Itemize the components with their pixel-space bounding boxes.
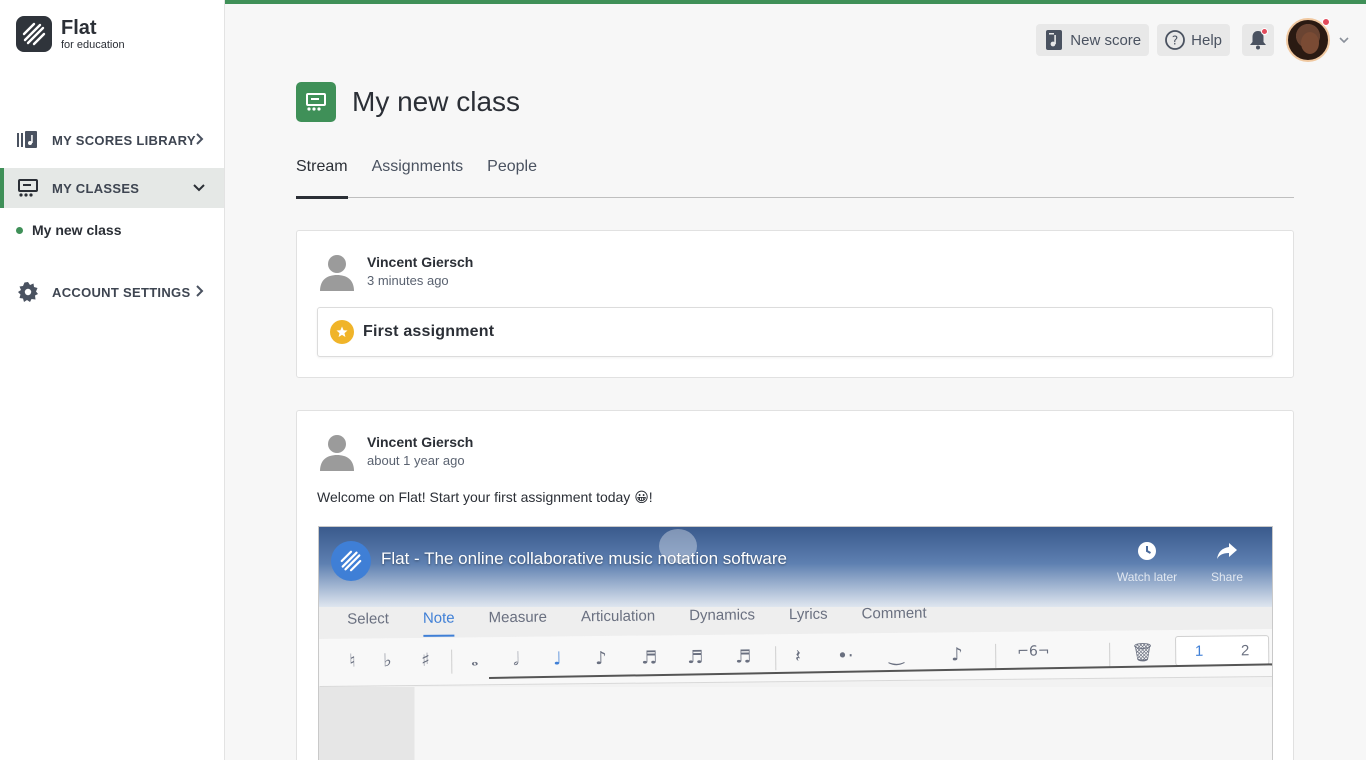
assignment-title: First assignment xyxy=(363,323,495,340)
editor-tab: Select xyxy=(347,609,389,628)
tab-people[interactable]: People xyxy=(487,150,537,198)
sharp-icon: ♯ xyxy=(421,649,431,671)
voice-2: 2 xyxy=(1240,641,1250,659)
flat-logo-icon xyxy=(16,16,52,52)
gear-icon xyxy=(17,281,39,303)
avatar-status-dot xyxy=(1322,18,1330,26)
tab-assignments[interactable]: Assignments xyxy=(372,150,464,198)
trash-icon: 🗑 xyxy=(1131,642,1155,664)
natural-icon: ♮ xyxy=(349,650,356,672)
channel-logo-icon[interactable] xyxy=(331,541,371,581)
page-title: My new class xyxy=(352,86,521,117)
new-score-button[interactable]: New score xyxy=(1036,24,1150,56)
sidebar-item-label: ACCOUNT SETTINGS xyxy=(52,284,191,300)
chevron-down-icon xyxy=(1339,37,1349,44)
post-message: Welcome on Flat! Start your first assign… xyxy=(317,489,653,505)
grace-note-icon: ♪ xyxy=(951,644,963,666)
editor-tab: Dynamics xyxy=(689,605,756,624)
sidebar-item-label: MY CLASSES xyxy=(52,180,140,196)
chevron-right-icon xyxy=(196,133,204,145)
editor-tab: Lyrics xyxy=(788,605,828,623)
active-dot xyxy=(16,226,23,234)
post-time: 3 minutes ago xyxy=(367,273,449,288)
brand-logo[interactable]: Flat for education xyxy=(16,16,125,52)
notifications-button[interactable] xyxy=(1242,24,1274,56)
quarter-note-icon: ♩ xyxy=(553,648,562,670)
share-icon xyxy=(1217,543,1237,559)
help-label: Help xyxy=(1191,31,1222,49)
library-icon xyxy=(17,129,39,151)
editor-tab: Measure xyxy=(488,608,548,626)
editor-tab: Articulation xyxy=(580,606,656,625)
tie-icon: ‿ xyxy=(889,644,904,667)
default-avatar-icon xyxy=(317,251,357,291)
clock-icon xyxy=(1138,542,1156,560)
share-label: Share xyxy=(1210,570,1244,584)
new-score-label: New score xyxy=(1070,31,1142,49)
top-progress-line xyxy=(225,0,1366,4)
new-score-icon xyxy=(1044,30,1064,50)
voice-selector: 1 2 xyxy=(1175,635,1270,667)
class-tabs: Stream Assignments People xyxy=(296,150,1294,199)
sixteenth-note-icon: ♬ xyxy=(641,647,658,669)
half-note-icon: 𝅗𝅥 xyxy=(513,648,520,670)
watch-later-button[interactable]: Watch later xyxy=(1112,541,1182,584)
video-embed[interactable]: Select Note Measure Articulation Dynamic… xyxy=(318,526,1273,760)
post-time: about 1 year ago xyxy=(367,453,465,468)
sidebar: Flat for education MY SCORES LIBRARY MY … xyxy=(0,0,225,760)
sidebar-item-my-classes[interactable]: MY CLASSES xyxy=(0,168,224,208)
svg-text:?: ? xyxy=(1172,34,1178,48)
dot-icon: •· xyxy=(837,645,854,667)
default-avatar-icon xyxy=(317,431,357,471)
help-button[interactable]: ? Help xyxy=(1157,24,1230,56)
post-author: Vincent Giersch xyxy=(367,434,474,450)
share-button[interactable]: Share xyxy=(1192,541,1262,584)
brand-subtitle: for education xyxy=(61,38,125,51)
classes-icon xyxy=(17,177,39,199)
chevron-down-icon xyxy=(193,184,205,192)
sidebar-item-label: MY SCORES LIBRARY xyxy=(52,132,196,148)
video-score-area xyxy=(319,687,1272,760)
voice-1: 1 xyxy=(1194,642,1204,660)
tab-stream[interactable]: Stream xyxy=(296,150,348,199)
user-menu[interactable] xyxy=(1286,18,1350,62)
sidebar-subitem-my-new-class[interactable]: My new class xyxy=(16,220,122,240)
video-title[interactable]: Flat - The online collaborative music no… xyxy=(381,549,787,569)
eighth-note-icon: ♪ xyxy=(595,647,607,670)
notification-badge xyxy=(1261,28,1268,35)
watch-later-label: Watch later xyxy=(1116,570,1178,584)
64th-note-icon: ♬ xyxy=(735,646,752,668)
post-author: Vincent Giersch xyxy=(367,254,474,270)
top-actions: New score ? Help xyxy=(1028,18,1350,62)
class-icon xyxy=(296,82,336,122)
rest-icon: 𝄽 xyxy=(795,645,801,668)
sidebar-subitem-label: My new class xyxy=(32,222,122,238)
help-icon: ? xyxy=(1165,30,1186,50)
32nd-note-icon: ♬ xyxy=(687,646,704,669)
flat-icon: ♭ xyxy=(383,650,392,672)
brand-name: Flat xyxy=(61,16,97,39)
stream-post: Vincent Giersch about 1 year ago Welcome… xyxy=(296,410,1294,760)
sidebar-item-scores-library[interactable]: MY SCORES LIBRARY xyxy=(0,120,224,160)
whole-note-icon: 𝅝 xyxy=(471,649,479,671)
chevron-right-icon xyxy=(196,285,204,297)
tuplet-selector: ⌐6¬ xyxy=(1017,643,1050,660)
sidebar-item-account-settings[interactable]: ACCOUNT SETTINGS xyxy=(0,272,224,312)
stream-post: Vincent Giersch 3 minutes ago First assi… xyxy=(296,230,1294,378)
assignment-card[interactable]: First assignment xyxy=(317,307,1273,357)
video-header: Flat - The online collaborative music no… xyxy=(319,527,1272,607)
star-icon xyxy=(330,320,354,344)
editor-tab: Note xyxy=(422,609,455,627)
